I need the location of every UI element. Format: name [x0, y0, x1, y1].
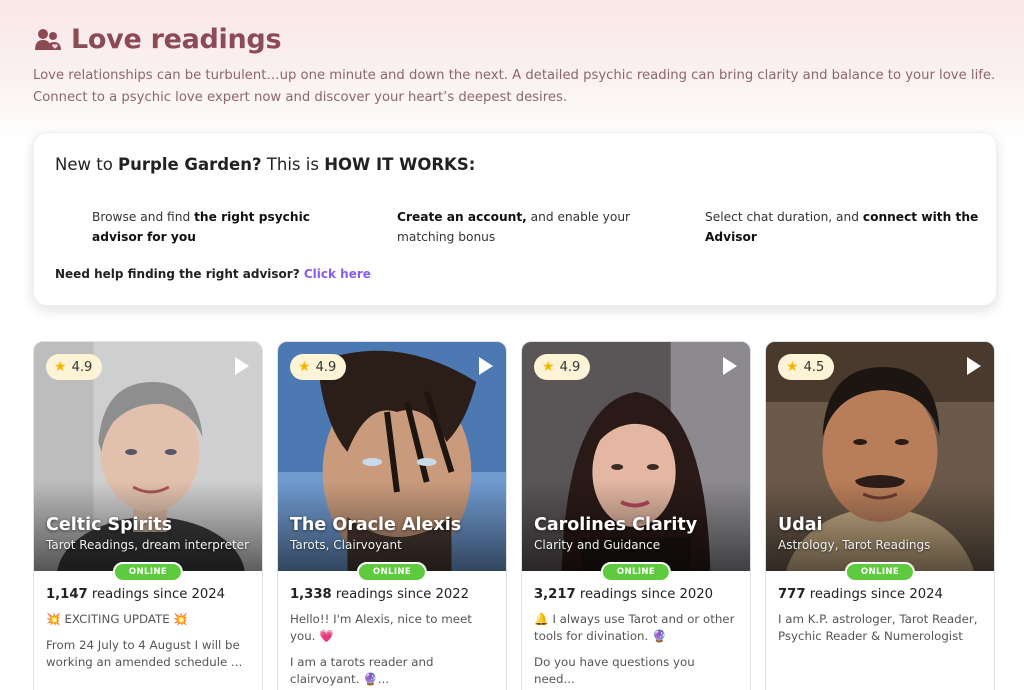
- rating-badge: ★ 4.9: [290, 354, 347, 380]
- readings-count: 3,217 readings since 2020: [534, 587, 738, 602]
- readings-suffix: readings since 2024: [87, 587, 226, 602]
- description-line: 💥 EXCITING UPDATE 💥: [46, 612, 189, 626]
- advisor-list: ★ 4.9 Celtic Spirits Tarot Readings, dre…: [33, 341, 997, 690]
- description-line: I am K.P. astrologer, Tarot Reader, Psyc…: [778, 612, 978, 643]
- advisor-card[interactable]: ★ 4.5 Udai Astrology, Tarot Readings ONL…: [765, 341, 995, 690]
- step-bold: Create an account,: [397, 210, 527, 224]
- star-icon: ★: [786, 359, 799, 375]
- advisor-specialty: Tarot Readings, dream interpreter: [46, 538, 249, 552]
- status-badge: ONLINE: [356, 562, 428, 582]
- page-title: Love readings: [71, 24, 282, 55]
- step-browse: Browse and find the right psychic adviso…: [92, 207, 362, 247]
- description-line: Hello!! I'm Alexis, nice to meet you. 💗: [290, 612, 472, 643]
- advisor-name: Carolines Clarity: [534, 515, 698, 535]
- readings-suffix: readings since 2024: [805, 587, 943, 602]
- description-line: Do you have questions you need...: [534, 655, 695, 686]
- advisor-specialty: Clarity and Guidance: [534, 538, 661, 552]
- status-badge: ONLINE: [844, 562, 916, 582]
- advisor-description: 🔔 I always use Tarot and or other tools …: [534, 611, 738, 688]
- readings-number: 3,217: [534, 587, 576, 602]
- how-middle: This is: [261, 155, 325, 174]
- help-text: Need help finding the right advisor?: [55, 267, 300, 281]
- advisor-info: 1,147 readings since 2024 💥 EXCITING UPD…: [34, 571, 262, 671]
- step-text: Browse and find: [92, 210, 195, 224]
- advisor-specialty: Astrology, Tarot Readings: [778, 538, 931, 552]
- step-text: Select chat duration, and: [705, 210, 863, 224]
- play-icon[interactable]: [723, 357, 737, 375]
- step-connect: Select chat duration, and connect with t…: [705, 207, 985, 247]
- title-row: Love readings: [33, 24, 1003, 55]
- help-row: Need help finding the right advisor? Cli…: [55, 267, 371, 281]
- advisor-specialty: Tarots, Clairvoyant: [290, 538, 402, 552]
- rating-value: 4.5: [803, 359, 825, 375]
- advisor-description: I am K.P. astrologer, Tarot Reader, Psyc…: [778, 611, 982, 645]
- rating-value: 4.9: [559, 359, 581, 375]
- rating-value: 4.9: [315, 359, 337, 375]
- advisor-photo: ★ 4.9 The Oracle Alexis Tarots, Clairvoy…: [278, 342, 506, 571]
- page-header: Love readings Love relationships can be …: [33, 24, 1003, 109]
- advisor-name: Udai: [778, 515, 823, 535]
- star-icon: ★: [54, 359, 67, 375]
- advisor-info: 777 readings since 2024 I am K.P. astrol…: [766, 571, 994, 645]
- readings-count: 1,147 readings since 2024: [46, 587, 250, 602]
- advisor-card[interactable]: ★ 4.9 Carolines Clarity Clarity and Guid…: [521, 341, 751, 690]
- advisor-info: 1,338 readings since 2022 Hello!! I'm Al…: [278, 571, 506, 688]
- readings-number: 1,338: [290, 587, 332, 602]
- rating-badge: ★ 4.5: [778, 354, 835, 380]
- how-prefix: New to: [55, 155, 119, 174]
- play-icon[interactable]: [479, 357, 493, 375]
- advisor-card[interactable]: ★ 4.9 Celtic Spirits Tarot Readings, dre…: [33, 341, 263, 690]
- advisor-name: Celtic Spirits: [46, 515, 173, 535]
- readings-number: 1,147: [46, 587, 88, 602]
- play-icon[interactable]: [967, 357, 981, 375]
- play-icon[interactable]: [235, 357, 249, 375]
- readings-suffix: readings since 2020: [575, 587, 714, 602]
- status-badge: ONLINE: [600, 562, 672, 582]
- readings-number: 777: [778, 587, 806, 602]
- help-link[interactable]: Click here: [304, 267, 371, 281]
- how-it-works-title: New to Purple Garden? This is HOW IT WOR…: [55, 155, 475, 174]
- page-subtitle: Love relationships can be turbulent…up o…: [33, 68, 996, 105]
- description-line: From 24 July to 4 August I will be worki…: [46, 638, 243, 669]
- advisor-info: 3,217 readings since 2020 🔔 I always use…: [522, 571, 750, 688]
- status-badge: ONLINE: [112, 562, 184, 582]
- how-emph: HOW IT WORKS:: [324, 155, 476, 174]
- step-create-account: Create an account, and enable your match…: [397, 207, 647, 247]
- description-line: 🔔 I always use Tarot and or other tools …: [534, 612, 735, 643]
- readings-count: 1,338 readings since 2022: [290, 587, 494, 602]
- advisor-description: 💥 EXCITING UPDATE 💥 From 24 July to 4 Au…: [46, 611, 250, 671]
- star-icon: ★: [542, 359, 555, 375]
- description-line: I am a tarots reader and clairvoyant. 🔮.…: [290, 655, 434, 686]
- advisor-card[interactable]: ★ 4.9 The Oracle Alexis Tarots, Clairvoy…: [277, 341, 507, 690]
- rating-badge: ★ 4.9: [46, 354, 103, 380]
- advisor-name: The Oracle Alexis: [290, 515, 462, 535]
- readings-count: 777 readings since 2024: [778, 587, 982, 602]
- star-icon: ★: [298, 359, 311, 375]
- brand-name: Purple Garden?: [118, 155, 262, 174]
- rating-value: 4.9: [71, 359, 93, 375]
- rating-badge: ★ 4.9: [534, 354, 591, 380]
- how-it-works-card: New to Purple Garden? This is HOW IT WOR…: [33, 132, 997, 306]
- advisor-photo: ★ 4.9 Celtic Spirits Tarot Readings, dre…: [34, 342, 262, 571]
- advisor-photo: ★ 4.5 Udai Astrology, Tarot Readings: [766, 342, 994, 571]
- readings-suffix: readings since 2022: [331, 587, 470, 602]
- advisor-photo: ★ 4.9 Carolines Clarity Clarity and Guid…: [522, 342, 750, 571]
- advisor-description: Hello!! I'm Alexis, nice to meet you. 💗 …: [290, 611, 494, 688]
- couple-icon: [33, 25, 63, 55]
